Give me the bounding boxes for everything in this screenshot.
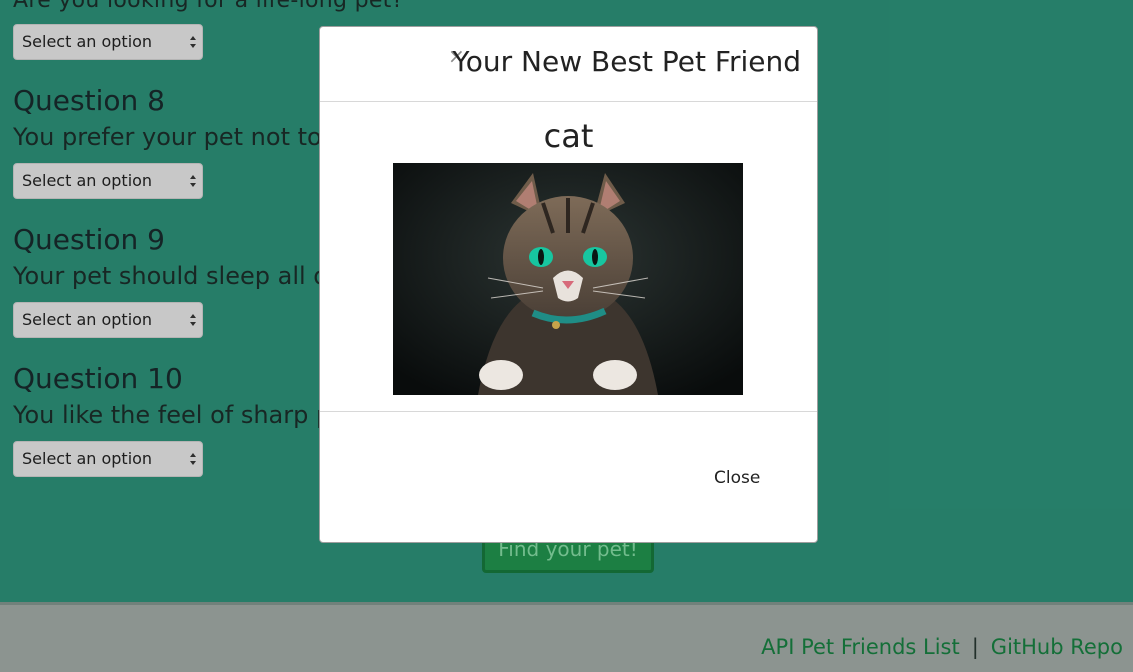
modal-footer-divider — [320, 411, 817, 412]
pet-result-modal: × Your New Best Pet Friend cat Close — [319, 26, 818, 543]
close-button[interactable]: Close — [714, 468, 760, 488]
modal-header: × Your New Best Pet Friend — [320, 27, 817, 102]
cat-photo — [393, 163, 743, 395]
pet-name: cat — [543, 117, 594, 155]
modal-title: Your New Best Pet Friend — [452, 45, 801, 78]
